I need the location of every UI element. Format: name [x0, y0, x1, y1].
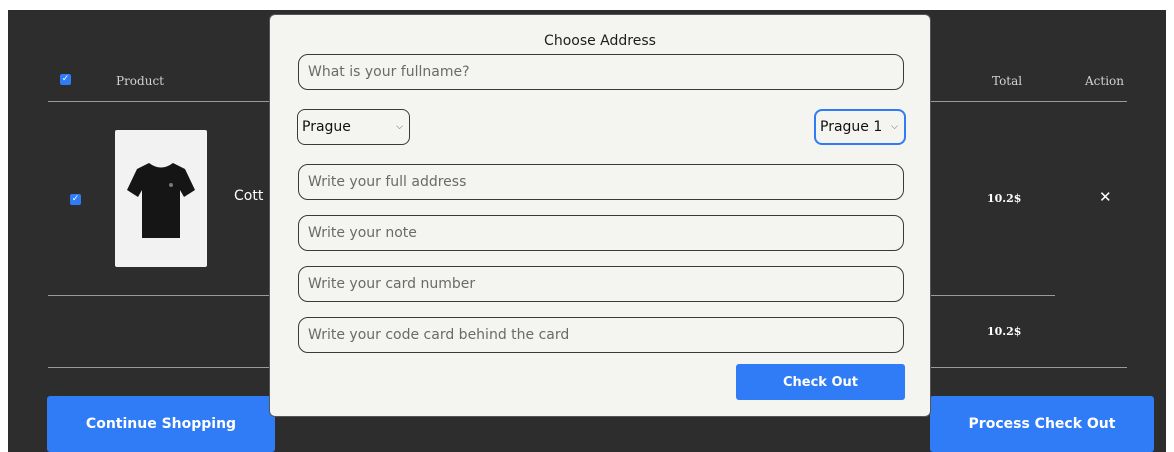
fullname-input[interactable] [298, 54, 904, 90]
card-code-input[interactable] [298, 317, 904, 353]
modal-title: Choose Address [544, 33, 656, 49]
continue-shopping-button[interactable]: Continue Shopping [47, 396, 275, 452]
summary-total: 10.2$ [987, 325, 1022, 338]
tshirt-icon [127, 163, 195, 238]
city-select-value: Prague [302, 119, 351, 135]
header-total: Total [992, 74, 1023, 88]
card-number-input[interactable] [298, 266, 904, 302]
remove-item-button[interactable]: ✕ [1099, 188, 1112, 206]
process-checkout-button[interactable]: Process Check Out [930, 396, 1154, 452]
item-checkbox[interactable]: ✓ [70, 194, 81, 205]
header-product: Product [116, 74, 164, 88]
address-input[interactable] [298, 164, 904, 200]
checkout-button[interactable]: Check Out [736, 364, 905, 400]
item-total: 10.2$ [987, 192, 1022, 205]
product-image[interactable] [115, 130, 207, 267]
chevron-down-icon: ⌵ [891, 122, 898, 132]
city-select[interactable]: Prague ⌵ [297, 109, 410, 145]
header-action: Action [1085, 74, 1124, 88]
district-select-value: Prague 1 [820, 119, 883, 135]
district-select[interactable]: Prague 1 ⌵ [814, 109, 906, 145]
note-input[interactable] [298, 215, 904, 251]
product-name[interactable]: Cott [234, 188, 263, 204]
close-icon: ✕ [1099, 188, 1112, 206]
select-all-checkbox[interactable]: ✓ [60, 74, 71, 85]
choose-address-modal: Choose Address Prague ⌵ Prague 1 ⌵ Check… [269, 14, 931, 417]
chevron-down-icon: ⌵ [396, 122, 403, 132]
